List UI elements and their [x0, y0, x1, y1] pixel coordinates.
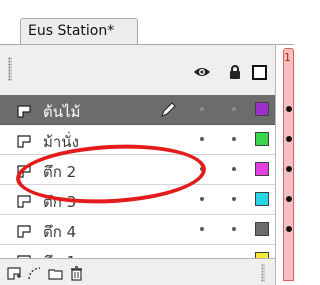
layer-name[interactable]: ต้นไม้: [43, 100, 80, 124]
lock-toggle[interactable]: [232, 167, 236, 171]
motion-guide-icon[interactable]: [27, 266, 42, 281]
outline-color-swatch[interactable]: [255, 162, 269, 176]
lock-toggle[interactable]: [232, 107, 236, 111]
new-folder-icon[interactable]: [48, 266, 63, 281]
outline-color-swatch[interactable]: [255, 222, 269, 236]
keyframe-icon[interactable]: [286, 196, 292, 202]
panel-grip[interactable]: [8, 57, 12, 81]
playhead[interactable]: [283, 48, 294, 281]
visibility-toggle[interactable]: [200, 227, 204, 231]
layer-toolbar: [0, 258, 275, 285]
pencil-icon: [160, 102, 176, 118]
visibility-toggle[interactable]: [200, 197, 204, 201]
delete-icon[interactable]: [69, 266, 84, 281]
timeline-panel: 1 ต้นไม้ ม้านั่ง ตึก 2 ตึก 3 ตึก 4: [0, 44, 294, 285]
visibility-toggle[interactable]: [200, 137, 204, 141]
layer-icon: [17, 133, 31, 148]
layer-name[interactable]: ตึก 4: [43, 220, 76, 244]
layer-icon: [17, 103, 31, 118]
resize-grip[interactable]: [261, 264, 265, 282]
layer-icon: [17, 193, 31, 208]
tab-eus-station[interactable]: Eus Station*: [20, 18, 138, 45]
keyframe-icon[interactable]: [286, 166, 292, 172]
keyframe-icon[interactable]: [286, 136, 292, 142]
tab-bar: Eus Station*: [0, 0, 294, 45]
new-layer-icon[interactable]: [7, 266, 22, 281]
layers-panel-window: Eus Station* 1 ต้นไม้ ม้านั่ง ตึก 2 ตึก …: [0, 0, 294, 285]
layer-row[interactable]: ตึก 4: [0, 215, 292, 245]
lock-icon[interactable]: [228, 64, 242, 80]
layer-header: [0, 45, 294, 95]
frame-number: 1: [284, 51, 291, 64]
keyframe-icon[interactable]: [286, 226, 292, 232]
layer-row[interactable]: ต้นไม้: [0, 95, 292, 125]
visibility-toggle[interactable]: [200, 107, 204, 111]
outline-color-swatch[interactable]: [255, 192, 269, 206]
keyframe-icon[interactable]: [286, 106, 292, 112]
outline-icon[interactable]: [252, 64, 267, 80]
lock-toggle[interactable]: [232, 227, 236, 231]
lock-toggle[interactable]: [232, 197, 236, 201]
outline-color-swatch[interactable]: [255, 102, 269, 116]
lock-toggle[interactable]: [232, 137, 236, 141]
outline-color-swatch[interactable]: [255, 132, 269, 146]
layer-icon: [17, 223, 31, 238]
eye-icon[interactable]: [193, 64, 211, 80]
